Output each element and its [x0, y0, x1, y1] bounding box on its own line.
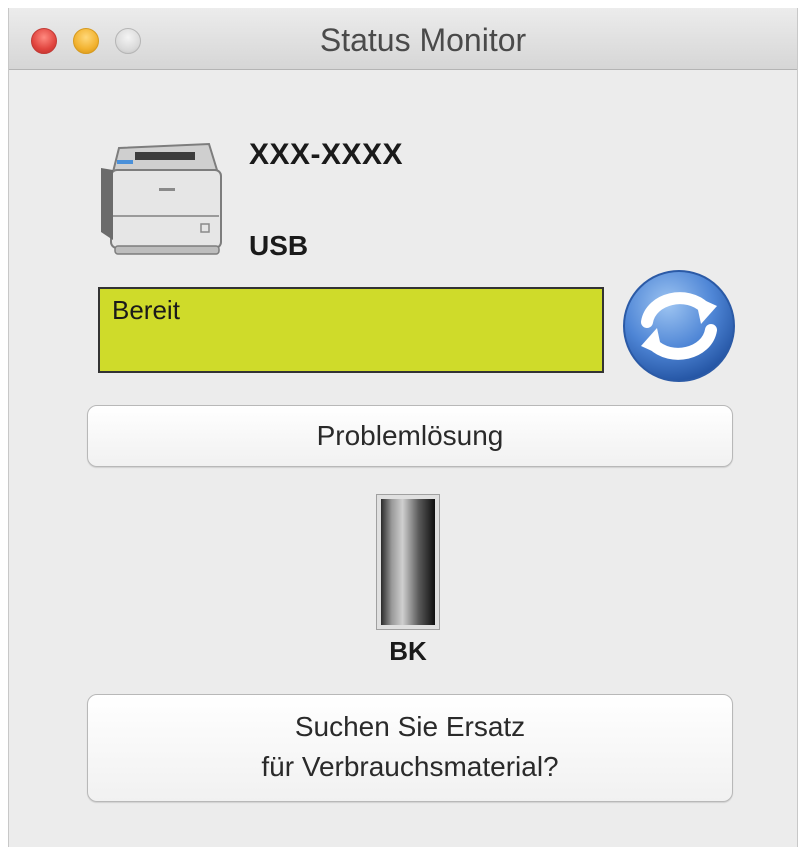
find-supplies-line-1: Suchen Sie Ersatz	[294, 711, 526, 742]
title-bar: Status Monitor	[9, 8, 797, 70]
window-title: Status Monitor	[319, 22, 527, 58]
status-display: Bereit	[98, 287, 604, 373]
refresh-icon[interactable]	[621, 268, 737, 384]
toner-level-gauge-bk	[376, 494, 440, 630]
find-supplies-line-2: für Verbrauchsmaterial?	[261, 751, 559, 782]
status-text: Bereit	[112, 295, 180, 325]
troubleshooting-button[interactable]: Problemlösung	[87, 405, 733, 467]
printer-icon	[101, 142, 222, 255]
toner-label: BK	[389, 636, 427, 666]
find-supplies-button[interactable]: Suchen Sie Ersatz für Verbrauchsmaterial…	[87, 694, 733, 802]
connection-type: USB	[249, 230, 309, 261]
status-monitor-window: Status Monitor XXX-XXXX USB Bereit Probl…	[8, 8, 798, 847]
toner-level-fill	[381, 499, 435, 625]
device-name: XXX-XXXX	[249, 138, 404, 171]
